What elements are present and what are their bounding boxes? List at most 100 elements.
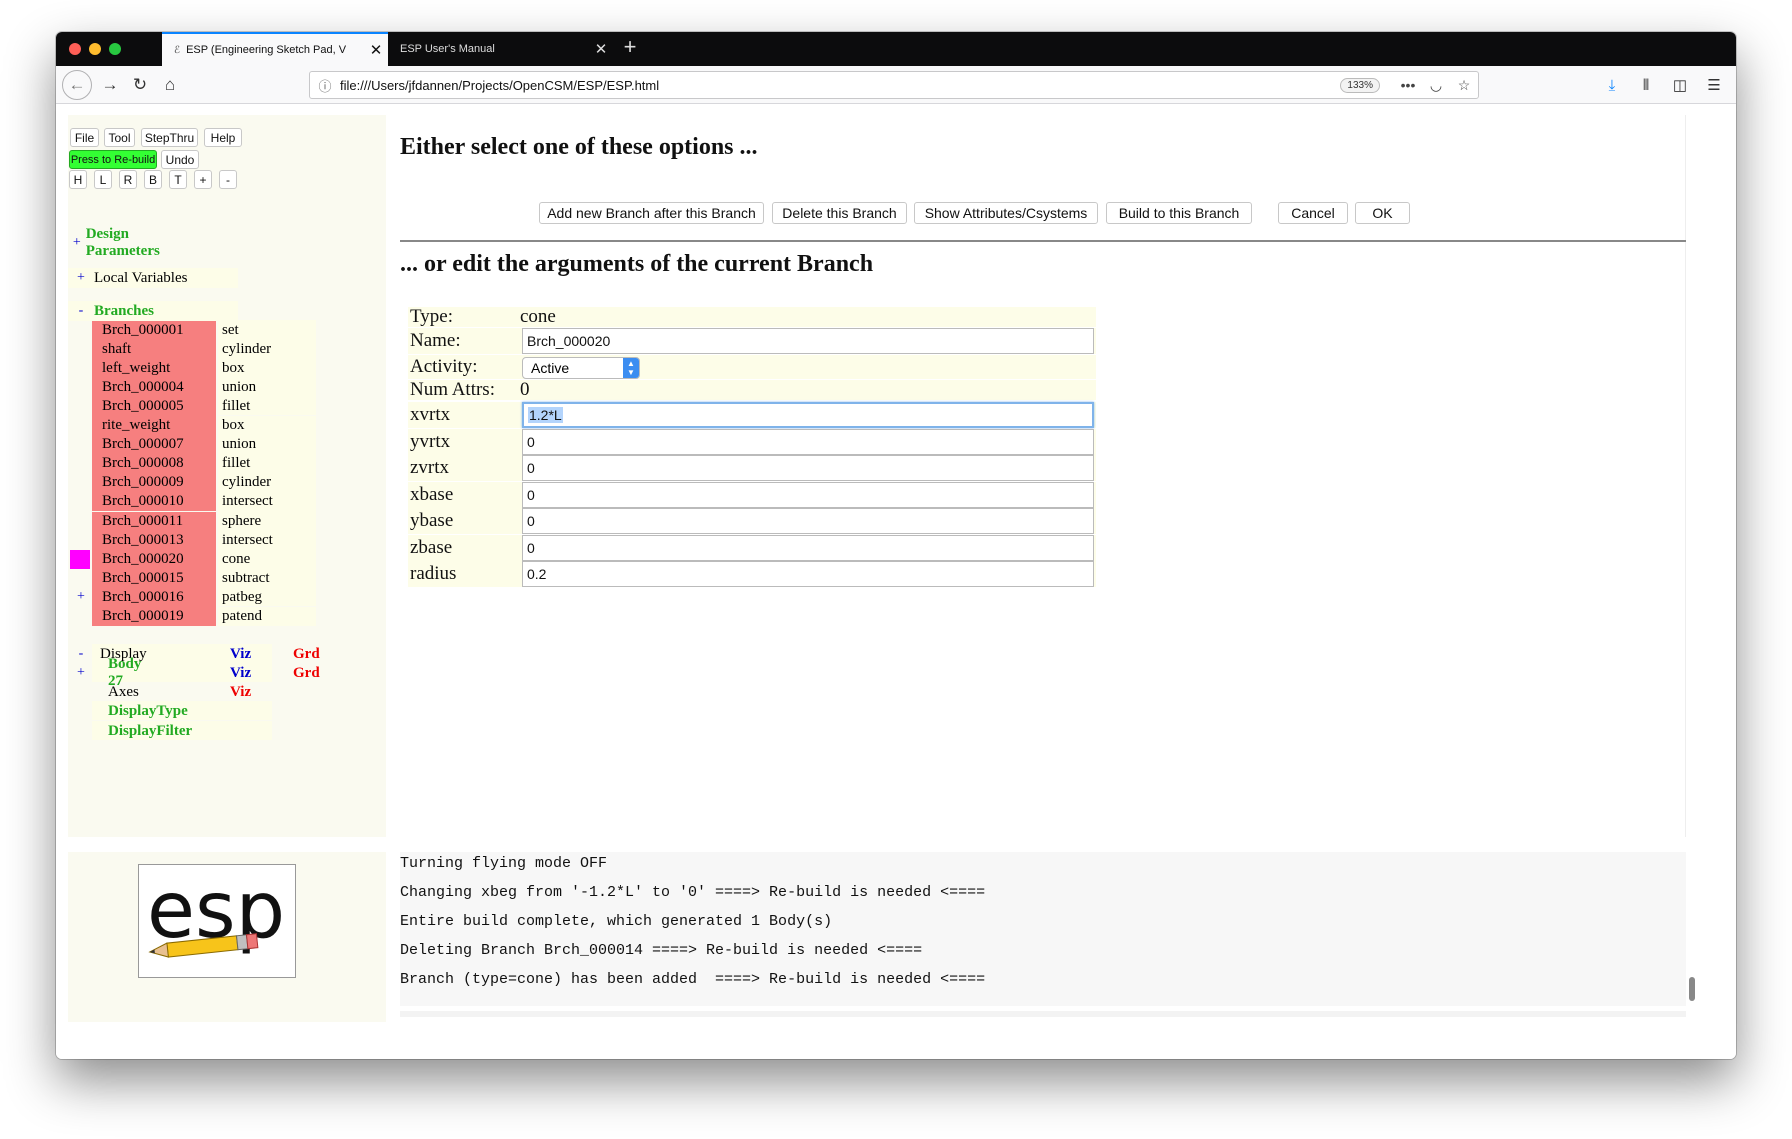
branch-name[interactable]: shaft [92,339,216,359]
view-button[interactable]: T [169,170,187,189]
bookmark-star-icon[interactable]: ☆ [1450,77,1478,94]
new-tab-button[interactable]: + [616,34,644,60]
stepthru-button[interactable]: StepThru [141,128,198,147]
branch-row[interactable]: Brch_000011 sphere [68,511,316,531]
close-window-button[interactable] [69,43,81,55]
branch-name[interactable]: Brch_000007 [92,435,216,455]
delete-branch-button[interactable]: Delete this Branch [772,202,907,224]
close-icon[interactable]: ✕ [364,41,388,59]
show-attributes-button[interactable]: Show Attributes/Csystems [914,202,1098,224]
pocket-icon[interactable]: ◡ [1422,77,1450,94]
file-button[interactable]: File [70,128,99,147]
local-vars-label[interactable]: Local Variables [94,270,187,287]
branch-row[interactable]: Brch_000009 cylinder [68,472,316,493]
tab-manual[interactable]: ESP User's Manual ✕ [388,32,613,66]
arg-zvrtx-field[interactable]: 0 [522,455,1094,481]
arg-xvrtx-field[interactable]: 1.2*L [522,402,1094,428]
info-icon[interactable]: ⓘ [310,76,340,95]
branch-name[interactable]: Brch_000005 [92,396,216,416]
help-button[interactable]: Help [204,128,242,147]
display-viz[interactable]: Viz [230,646,251,663]
sidebar-icon[interactable]: ◫ [1666,72,1694,98]
display-row[interactable]: - Display Viz Grd [68,644,320,664]
branch-row[interactable]: rite_weight box [68,415,316,436]
activity-select[interactable]: Active ▲ ▼ [522,357,640,379]
branch-name[interactable]: Brch_000004 [92,377,216,397]
branch-name[interactable]: left_weight [92,358,216,378]
design-params-label[interactable]: Design Parameters [86,226,168,260]
branches-row[interactable]: - Branches [68,301,238,321]
branch-name[interactable]: Brch_000015 [92,568,216,588]
branch-row[interactable]: + Brch_000016 patbeg [68,587,316,607]
tree-toggle[interactable]: + [68,235,86,251]
name-field[interactable]: Brch_000020 [522,328,1094,354]
forward-icon[interactable]: → [96,71,124,99]
tree-toggle[interactable]: - [68,303,94,319]
branches-label[interactable]: Branches [94,303,154,320]
view-button[interactable]: L [94,170,112,189]
body-grd[interactable]: Grd [293,665,320,682]
tab-esp[interactable]: ℰ ESP (Engineering Sketch Pad, V ✕ [162,32,388,66]
tree-toggle[interactable]: + [68,270,94,286]
body-row[interactable]: + Body 27 Viz Grd [68,656,320,689]
cancel-button[interactable]: Cancel [1278,202,1348,224]
branch-name[interactable]: rite_weight [92,416,216,435]
build-to-branch-button[interactable]: Build to this Branch [1106,202,1252,224]
branch-row[interactable]: Brch_000001 set [68,320,316,340]
tree-toggle[interactable]: - [68,646,94,662]
zoom-badge[interactable]: 133% [1340,77,1380,93]
branch-row[interactable]: Brch_000008 fillet [68,453,316,474]
menu-icon[interactable]: ☰ [1700,72,1728,98]
arg-yvrtx-field[interactable]: 0 [522,428,1094,455]
download-icon[interactable]: ⤓ [1598,72,1626,98]
branch-row[interactable]: Brch_000007 union [68,434,316,455]
body-viz[interactable]: Viz [230,665,251,682]
close-icon[interactable]: ✕ [589,40,613,58]
minimize-window-button[interactable] [89,43,101,55]
branch-name[interactable]: Brch_000008 [92,454,216,474]
branch-row[interactable]: Brch_000019 patend [68,606,316,627]
branch-row[interactable]: Brch_000015 subtract [68,568,316,588]
branch-row[interactable]: Brch_000020 cone [68,549,316,569]
reload-icon[interactable]: ↻ [126,71,154,99]
axes-viz[interactable]: Viz [230,684,251,701]
branch-name[interactable]: Brch_000013 [92,530,216,550]
view-button[interactable]: H [69,170,87,189]
arg-radius-field[interactable]: 0.2 [522,561,1094,587]
branch-name[interactable]: Brch_000010 [92,492,216,512]
view-button[interactable]: R [119,170,137,189]
home-icon[interactable]: ⌂ [156,71,184,99]
undo-button[interactable]: Undo [161,150,199,169]
branch-row[interactable]: left_weight box [68,358,316,378]
branch-name[interactable]: Brch_000001 [92,320,216,340]
url-bar[interactable]: ⓘ file:///Users/jfdannen/Projects/OpenCS… [309,71,1479,99]
branch-name[interactable]: Brch_000009 [92,473,216,493]
local-vars-row[interactable]: + Local Variables [68,268,238,288]
back-icon[interactable]: ← [62,70,92,100]
arg-zbase-field[interactable]: 0 [522,534,1094,561]
branch-row[interactable]: Brch_000010 intersect [68,491,316,512]
tree-toggle[interactable]: + [68,589,94,605]
display-filter-label[interactable]: DisplayFilter [108,723,192,740]
design-params-row[interactable]: + Design Parameters [68,226,168,259]
log-scrollbar[interactable] [1689,977,1695,1001]
branch-name[interactable]: Brch_000016 [92,587,216,607]
branch-row[interactable]: Brch_000005 fillet [68,396,316,416]
tree-toggle[interactable]: + [68,665,94,681]
view-button[interactable]: + [194,170,212,189]
view-button[interactable]: - [219,170,237,189]
branch-name[interactable]: Brch_000020 [92,549,216,569]
view-button[interactable]: B [144,170,162,189]
branch-row[interactable]: Brch_000013 intersect [68,530,316,550]
display-type-label[interactable]: DisplayType [108,703,188,720]
branch-name[interactable]: Brch_000011 [92,511,216,531]
tool-button[interactable]: Tool [104,128,135,147]
arg-xbase-field[interactable]: 0 [522,481,1094,508]
display-grd[interactable]: Grd [293,646,320,663]
branch-row[interactable]: Brch_000004 union [68,377,316,397]
rebuild-button[interactable]: Press to Re-build [69,150,157,169]
branch-row[interactable]: shaft cylinder [68,339,316,359]
add-branch-button[interactable]: Add new Branch after this Branch [539,202,764,224]
library-icon[interactable]: ⫴ [1632,72,1660,98]
arg-ybase-field[interactable]: 0 [522,508,1094,534]
